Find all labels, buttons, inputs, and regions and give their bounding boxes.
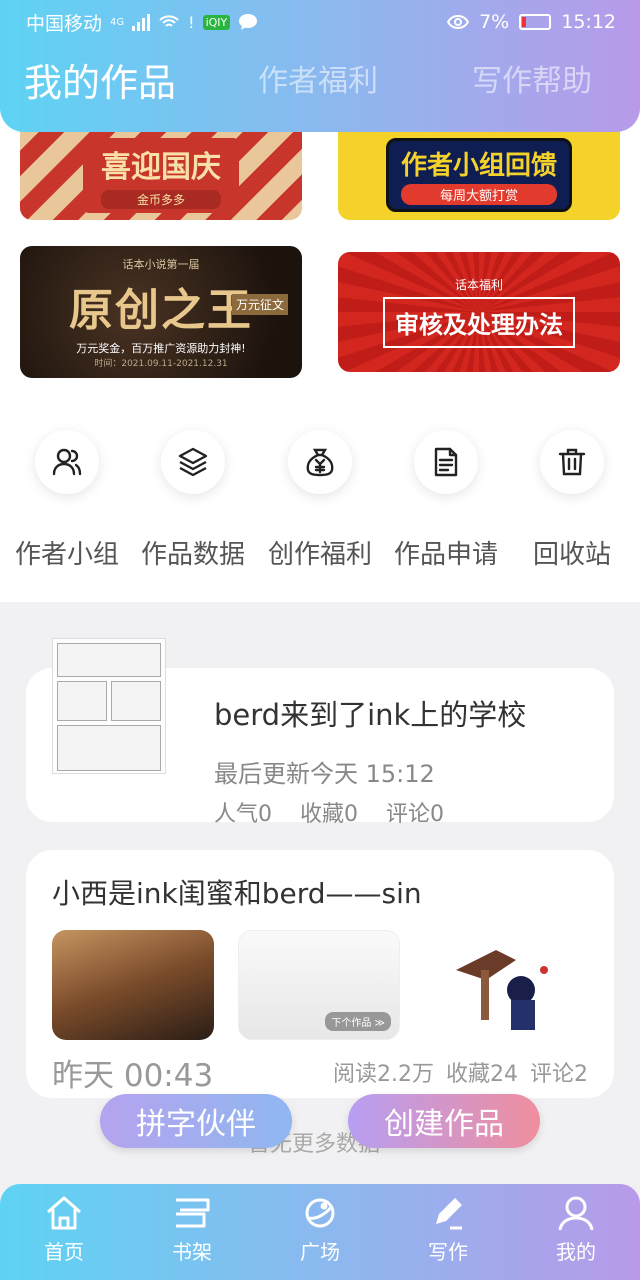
status-bar: 中国移动 4G ! iQIY 7% 15:12 (26, 8, 616, 36)
banner-top-text: 话本小说第一届 (122, 257, 200, 271)
document-icon (414, 430, 478, 494)
layers-icon (161, 430, 225, 494)
bookshelf-icon (176, 1198, 210, 1228)
banner-original-king[interactable]: 话本小说第一届 原创之王 万元征文 万元奖金，百万推广资源助力封神! 时间：20… (20, 246, 302, 378)
tab-my-works[interactable]: 我的作品 (24, 52, 176, 107)
carrier-name: 中国移动 (26, 12, 103, 35)
nav-home[interactable]: 首页 (14, 1194, 114, 1265)
users-icon (35, 430, 99, 494)
network-type: 4G (110, 16, 125, 28)
battery-icon (519, 14, 552, 30)
banner-subtitle: 金币多多 (101, 189, 221, 209)
work-stats: 人气0 收藏0 评论0 (214, 796, 444, 828)
nav-label: 首页 (44, 1240, 84, 1264)
work-cover-image[interactable] (52, 638, 166, 774)
shortcut-work-application[interactable]: 作品申请 (386, 430, 506, 571)
nav-mine[interactable]: 我的 (526, 1194, 626, 1265)
nav-label: 广场 (300, 1240, 340, 1264)
header-tabs: 我的作品 作者福利 写作帮助 (0, 56, 640, 112)
banner-national-day-panel: 喜迎国庆 金币多多 (83, 137, 239, 213)
clock: 15:12 (561, 11, 616, 33)
banner-title: 喜迎国庆 (101, 149, 221, 185)
shortcut-label: 创作福利 (267, 540, 372, 570)
shortcut-label: 作品申请 (393, 540, 498, 570)
nav-label: 书架 (172, 1240, 212, 1264)
work-image[interactable] (426, 930, 588, 1040)
iqiyi-icon: iQIY (202, 14, 231, 30)
reads-count: 阅读2.2万 (333, 1062, 434, 1087)
battery-percent: 7% (479, 11, 510, 33)
money-bag-icon (288, 430, 352, 494)
bottom-nav: 首页 书架 广场 写作 我的 (0, 1184, 640, 1280)
nav-label: 我的 (556, 1240, 596, 1264)
work-updated: 最后更新今天 15:12 (214, 760, 435, 788)
banner-title: 审核及处理办法 (383, 297, 575, 348)
eye-icon (447, 15, 470, 29)
next-work-label[interactable]: 下个作品 ≫ (325, 1012, 391, 1031)
trash-icon (540, 430, 604, 494)
profile-icon (558, 1196, 594, 1231)
nav-label: 写作 (428, 1240, 468, 1264)
chat-icon (239, 14, 258, 30)
partner-button[interactable]: 拼字伙伴 (100, 1094, 292, 1148)
signal-icon (132, 13, 151, 31)
nav-square[interactable]: 广场 (270, 1194, 370, 1265)
shortcut-label: 回收站 (532, 540, 611, 570)
banner-author-group-panel: 作者小组回馈 每周大额打赏 (385, 138, 572, 212)
shortcut-label: 作品数据 (140, 540, 245, 570)
work-card[interactable]: 小西是ink闺蜜和berd——sin 下个作品 ≫ 昨天 00:43 阅读2.2… (26, 850, 614, 1098)
pen-icon (436, 1198, 462, 1230)
nav-bookshelf[interactable]: 书架 (142, 1194, 242, 1265)
banner-subtitle: 万元奖金，百万推广资源助力封神! (76, 341, 246, 355)
popularity-count: 人气0 (214, 802, 272, 827)
alert-icon: ! (188, 12, 195, 32)
app-header: 中国移动 4G ! iQIY 7% 15:12 我的作品 作者福利 写作帮助 (0, 0, 640, 132)
shortcut-label: 作者小组 (14, 540, 119, 570)
shortcut-recycle-bin[interactable]: 回收站 (512, 430, 632, 571)
wifi-icon (159, 15, 179, 27)
shortcut-creation-benefits[interactable]: 创作福利 (260, 430, 380, 571)
banner-title: 原创之王 (69, 284, 253, 336)
banner-tag: 万元征文 (231, 294, 288, 315)
work-title: berd来到了ink上的学校 (214, 698, 527, 732)
work-image[interactable] (52, 930, 214, 1040)
shortcut-author-group[interactable]: 作者小组 (7, 430, 127, 571)
banner-title: 作者小组回馈 (400, 151, 557, 181)
favorites-count: 收藏0 (300, 802, 358, 827)
comments-count: 评论2 (530, 1062, 588, 1087)
work-title: 小西是ink闺蜜和berd——sin (52, 877, 422, 910)
shortcut-work-data[interactable]: 作品数据 (133, 430, 253, 571)
banner-time: 时间：2021.09.11-2021.12.31 (94, 358, 228, 369)
favorites-count: 收藏24 (446, 1062, 518, 1087)
tab-author-benefits[interactable]: 作者福利 (258, 56, 378, 100)
banner-top-text: 话本福利 (454, 278, 503, 292)
home-icon (47, 1196, 81, 1230)
work-time: 昨天 00:43 (52, 1058, 214, 1094)
create-work-button[interactable]: 创建作品 (348, 1094, 540, 1148)
work-stats: 阅读2.2万 收藏24 评论2 (333, 1056, 588, 1088)
work-image[interactable]: 下个作品 ≫ (238, 930, 400, 1040)
nav-write[interactable]: 写作 (398, 1194, 498, 1265)
comments-count: 评论0 (386, 802, 444, 827)
tab-writing-help[interactable]: 写作帮助 (472, 56, 592, 100)
planet-icon (305, 1198, 335, 1228)
banner-review-rules[interactable]: 话本福利 审核及处理办法 (338, 252, 620, 372)
banner-subtitle: 每周大额打赏 (400, 184, 557, 205)
